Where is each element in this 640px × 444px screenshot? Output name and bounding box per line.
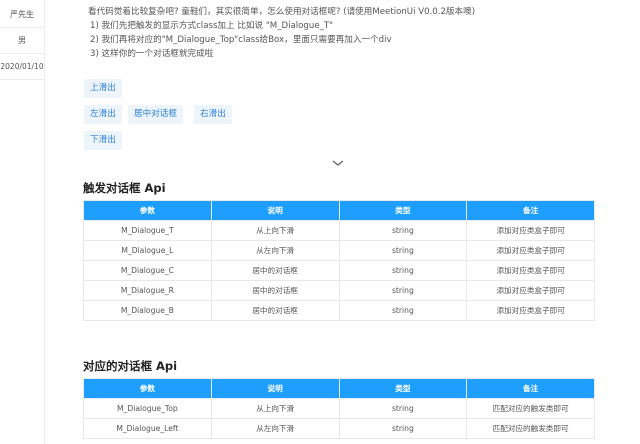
cell-note: 添加对应类盒子即可 xyxy=(466,300,595,321)
cell-desc: 从上向下滑 xyxy=(210,220,340,241)
cell-desc: 从左向下滑 xyxy=(210,240,340,261)
cell-note: 匹配对应的触发类即可 xyxy=(466,398,595,419)
trigger-api-table: 参数 说明 类型 备注 M_Dialogue_T 从上向下滑 string 添加… xyxy=(83,200,595,321)
header-type: 类型 xyxy=(338,378,468,399)
cell-note: 匹配对应的触发类即可 xyxy=(466,418,595,439)
intro-line: 3) 这样你的一个对话框就完成啦 xyxy=(90,49,214,59)
slide-right-button[interactable]: 右滑出 xyxy=(194,105,232,124)
table-row: M_Dialogue_Left 从左向下滑 string 匹配对应的触发类即可 xyxy=(83,418,595,439)
cell-param: M_Dialogue_C xyxy=(83,260,212,281)
table-row: M_Dialogue_T 从上向下滑 string 添加对应类盒子即可 xyxy=(83,220,595,241)
cell-note: 添加对应类盒子即可 xyxy=(466,280,595,301)
cell-type: string xyxy=(338,240,468,261)
cell-type: string xyxy=(338,220,468,241)
table-row: M_Dialogue_C 居中的对话框 string 添加对应类盒子即可 xyxy=(83,260,595,281)
header-param: 参数 xyxy=(83,200,212,221)
intro-text: 看代码觉着比较复杂吧? 童鞋们，其实很简单，怎么使用对话框呢? (请使用Meet… xyxy=(88,0,475,61)
cell-note: 添加对应类盒子即可 xyxy=(466,240,595,261)
trigger-api-title: 触发对话框 Api xyxy=(83,181,166,195)
table-row: M_Dialogue_B 居中的对话框 string 添加对应类盒子即可 xyxy=(83,300,595,321)
cell-type: string xyxy=(338,280,468,301)
cell-type: string xyxy=(338,398,468,419)
intro-line: 2) 我们再将对应的"M_Dialogue_Top"class给Box，里面只需… xyxy=(90,35,392,45)
table-row: M_Dialogue_R 居中的对话框 string 添加对应类盒子即可 xyxy=(83,280,595,301)
dialog-api-title: 对应的对话框 Api xyxy=(83,359,178,373)
cell-param: M_Dialogue_Left xyxy=(83,418,212,439)
header-note: 备注 xyxy=(466,200,595,221)
table-header-row: 参数 说明 类型 备注 xyxy=(83,200,595,221)
cell-note: 添加对应类盒子即可 xyxy=(466,260,595,281)
dialog-api-table: 参数 说明 类型 备注 M_Dialogue_Top 从上向下滑 string … xyxy=(83,378,595,439)
cell-param: M_Dialogue_R xyxy=(83,280,212,301)
slide-left-button[interactable]: 左滑出 xyxy=(84,105,122,124)
cell-type: string xyxy=(338,260,468,281)
cell-param: M_Dialogue_T xyxy=(83,220,212,241)
cell-param: M_Dialogue_B xyxy=(83,300,212,321)
header-note: 备注 xyxy=(466,378,595,399)
cell-desc: 从左向下滑 xyxy=(210,418,340,439)
header-desc: 说明 xyxy=(210,200,340,221)
table-row: M_Dialogue_Top 从上向下滑 string 匹配对应的触发类即可 xyxy=(83,398,595,419)
cell-desc: 从上向下滑 xyxy=(210,398,340,419)
header-type: 类型 xyxy=(338,200,468,221)
chevron-down-icon[interactable] xyxy=(331,158,345,168)
cell-param: M_Dialogue_L xyxy=(83,240,212,261)
header-param: 参数 xyxy=(83,378,212,399)
table-row: M_Dialogue_L 从左向下滑 string 添加对应类盒子即可 xyxy=(83,240,595,261)
intro-line: 看代码觉着比较复杂吧? 童鞋们，其实很简单，怎么使用对话框呢? (请使用Meet… xyxy=(88,7,476,17)
cell-desc: 居中的对话框 xyxy=(210,260,340,281)
sidebar-name: 严先生 xyxy=(0,2,44,28)
intro-line: 1) 我们先把触发的显示方式class加上 比如说 "M_Dialogue_T" xyxy=(90,21,334,31)
cell-type: string xyxy=(338,418,468,439)
cell-desc: 居中的对话框 xyxy=(210,300,340,321)
cell-desc: 居中的对话框 xyxy=(210,280,340,301)
cell-type: string xyxy=(338,300,468,321)
cell-note: 添加对应类盒子即可 xyxy=(466,220,595,241)
sidebar-date: 2020/01/10 xyxy=(0,54,44,80)
slide-down-button[interactable]: 下滑出 xyxy=(84,131,122,150)
sidebar-gender: 男 xyxy=(0,28,44,54)
slide-up-button[interactable]: 上滑出 xyxy=(84,79,122,98)
sidebar: 严先生 男 2020/01/10 xyxy=(0,0,45,444)
table-header-row: 参数 说明 类型 备注 xyxy=(83,378,595,399)
header-desc: 说明 xyxy=(210,378,340,399)
center-dialog-button[interactable]: 居中对话框 xyxy=(128,105,183,124)
cell-param: M_Dialogue_Top xyxy=(83,398,212,419)
